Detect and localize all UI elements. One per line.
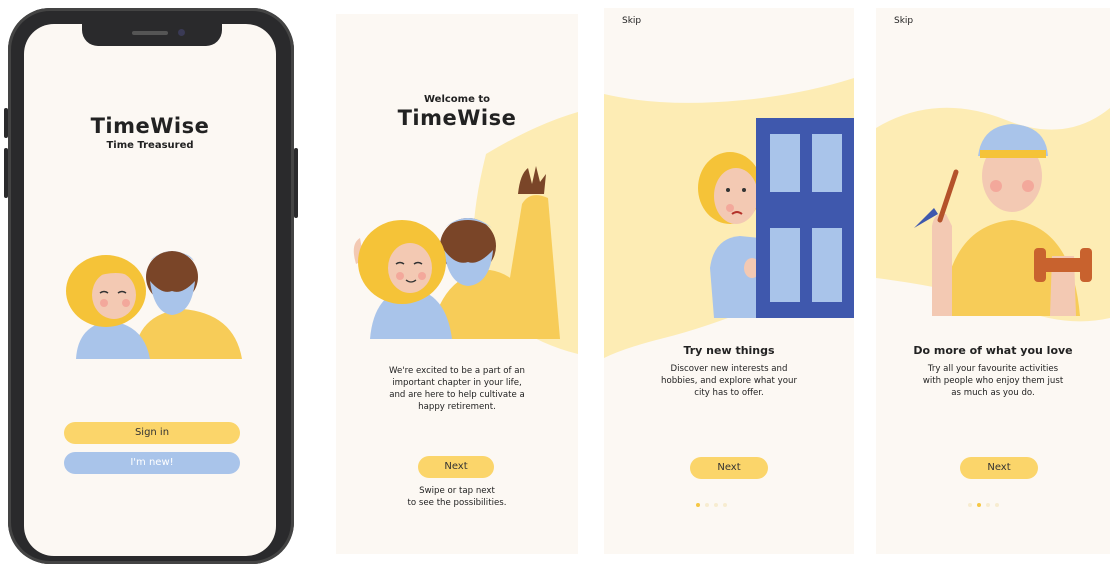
page-dot-2[interactable] xyxy=(977,503,981,507)
page-dot-1[interactable] xyxy=(696,503,700,507)
onboarding-try-new-panel: Skip Try new things Discover new interes… xyxy=(604,8,854,554)
try-new-line-3: city has to offer. xyxy=(694,388,764,398)
try-new-line-1: Discover new interests and xyxy=(670,364,788,374)
page-indicator xyxy=(696,503,727,507)
app-title: TimeWise xyxy=(90,114,210,138)
page-dot-4[interactable] xyxy=(723,503,727,507)
next-button[interactable]: Next xyxy=(690,457,768,479)
next-button[interactable]: Next xyxy=(418,456,494,478)
page-dot-4[interactable] xyxy=(995,503,999,507)
do-more-heading: Do more of what you love xyxy=(913,344,1073,357)
speaker-grille xyxy=(132,31,168,35)
swipe-hint-line-2: to see the possibilities. xyxy=(407,498,507,508)
im-new-button[interactable]: I'm new! xyxy=(64,452,240,474)
page-dot-3[interactable] xyxy=(986,503,990,507)
swipe-hint: Swipe or tap next to see the possibiliti… xyxy=(336,485,578,509)
welcome-line-2: important chapter in your life, xyxy=(392,378,522,388)
volume-button-2 xyxy=(4,148,8,198)
page-dot-3[interactable] xyxy=(714,503,718,507)
next-button[interactable]: Next xyxy=(960,457,1038,479)
power-button xyxy=(294,148,298,218)
camera-icon xyxy=(178,29,185,36)
phone-screen: TimeWise Time Treasured Sign in I'm new! xyxy=(24,24,276,556)
peeking-woman-illustration xyxy=(698,118,854,318)
welcome-description: We're excited to be a part of an importa… xyxy=(336,365,578,413)
painter-man-illustration xyxy=(914,124,1092,316)
phone-notch xyxy=(82,24,222,46)
page-indicator xyxy=(968,503,999,507)
app-tagline: Time Treasured xyxy=(106,140,194,151)
welcome-line-1: We're excited to be a part of an xyxy=(389,366,525,376)
welcome-line-3: and are here to help cultivate a xyxy=(389,390,525,400)
do-more-line-3: as much as you do. xyxy=(951,388,1035,398)
page-dot-1[interactable] xyxy=(968,503,972,507)
waving-couple-illustration xyxy=(353,166,560,339)
couple-illustration xyxy=(66,251,242,359)
try-new-description: Discover new interests and hobbies, and … xyxy=(604,363,854,399)
sign-in-button[interactable]: Sign in xyxy=(64,422,240,444)
do-more-description: Try all your favourite activities with p… xyxy=(876,363,1110,399)
try-new-line-2: hobbies, and explore what your xyxy=(661,376,797,386)
welcome-line-4: happy retirement. xyxy=(418,402,496,412)
try-new-heading: Try new things xyxy=(683,344,775,357)
do-more-line-1: Try all your favourite activities xyxy=(927,364,1059,374)
page-dot-2[interactable] xyxy=(705,503,709,507)
welcome-title: TimeWise xyxy=(397,106,517,130)
do-more-line-2: with people who enjoy them just xyxy=(922,376,1064,386)
onboarding-welcome-panel: Welcome to TimeWise We're excited to be … xyxy=(336,14,578,554)
welcome-label: Welcome to xyxy=(423,94,490,105)
swipe-hint-line-1: Swipe or tap next xyxy=(419,486,495,496)
volume-button xyxy=(4,108,8,138)
onboarding-do-more-panel: Skip Do more of what you love Try all yo… xyxy=(876,8,1110,554)
